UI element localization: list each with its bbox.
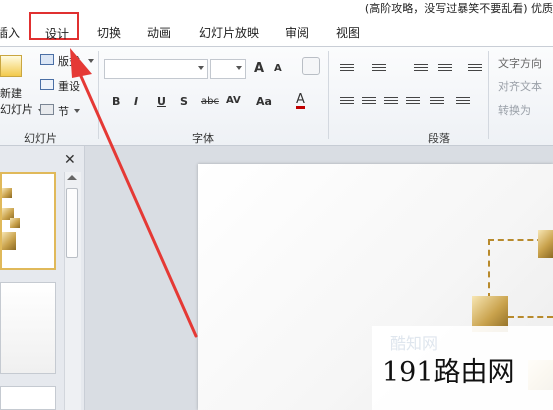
change-case-button[interactable]: Aa — [256, 95, 272, 108]
ribbon-tab-row: 插入 设计 切换 动画 幻灯片放映 审阅 视图 — [0, 12, 553, 47]
numbering-icon[interactable] — [372, 64, 386, 76]
tab-design-label: 设计 — [45, 27, 70, 41]
underline-button[interactable]: U — [157, 95, 166, 108]
columns-icon[interactable] — [456, 97, 470, 109]
new-slide-label-2[interactable]: 幻灯片 — [0, 101, 33, 117]
tab-review[interactable]: 审阅 — [285, 24, 309, 41]
justify-icon[interactable] — [406, 97, 420, 109]
window-title: (高阶攻略，没写过暴笑不要乱看) 优质 — [364, 2, 553, 15]
char-spacing-button[interactable]: AV — [226, 95, 241, 106]
tab-insert[interactable]: 插入 — [0, 24, 20, 41]
grow-font-button[interactable]: A — [254, 61, 264, 76]
align-text-button[interactable]: 对齐文本 — [498, 78, 542, 94]
close-icon[interactable]: ✕ — [64, 152, 76, 168]
section-button[interactable]: 节 — [58, 103, 69, 119]
ribbon: 新建 幻灯片 版式 重设 节 幻灯片 A A B I U S abc AV Aa… — [0, 47, 553, 146]
scrollbar-thumb[interactable] — [66, 188, 78, 258]
tab-transitions[interactable]: 切换 — [97, 24, 121, 41]
reset-button[interactable]: 重设 — [58, 78, 80, 94]
connector-line — [488, 239, 490, 299]
text-direction-button[interactable]: 文字方向 — [498, 55, 542, 71]
shadow-button[interactable]: S — [180, 95, 188, 108]
decrease-indent-icon[interactable] — [414, 64, 428, 76]
bold-button[interactable]: B — [112, 95, 120, 108]
line-spacing-icon[interactable] — [468, 64, 482, 76]
distributed-icon[interactable] — [430, 97, 444, 109]
title-bar: (高阶攻略，没写过暴笑不要乱看) 优质 — [0, 0, 553, 16]
align-right-icon[interactable] — [384, 97, 398, 109]
tab-animations[interactable]: 动画 — [147, 24, 171, 41]
align-left-icon[interactable] — [340, 97, 354, 109]
bullets-icon[interactable] — [340, 64, 354, 76]
clear-format-icon[interactable] — [302, 57, 320, 75]
slide-thumbnail[interactable] — [0, 386, 56, 410]
tab-view[interactable]: 视图 — [336, 24, 360, 41]
italic-button[interactable]: I — [134, 95, 138, 108]
font-group-label: 字体 — [192, 132, 214, 145]
group-separator — [488, 51, 489, 139]
new-slide-label-1[interactable]: 新建 — [0, 85, 22, 101]
section-icon — [40, 104, 54, 115]
tab-slideshow[interactable]: 幻灯片放映 — [199, 24, 259, 41]
reset-icon — [40, 79, 54, 90]
layout-icon — [40, 54, 54, 65]
tab-design[interactable]: 设计 — [29, 12, 79, 41]
layout-dropdown-icon[interactable] — [88, 59, 94, 63]
scroll-up-icon[interactable] — [67, 175, 77, 180]
align-center-icon[interactable] — [362, 97, 376, 109]
shrink-font-button[interactable]: A — [274, 63, 282, 74]
connector-line — [508, 316, 553, 318]
font-color-button[interactable]: A — [296, 93, 305, 109]
slide-thumbnail[interactable] — [0, 282, 56, 374]
watermark: 191路由网 — [382, 357, 515, 388]
new-slide-icon[interactable] — [0, 55, 22, 77]
section-dropdown-icon[interactable] — [74, 109, 80, 113]
group-separator — [328, 51, 329, 139]
gold-shape[interactable] — [538, 230, 553, 258]
font-size-combo[interactable] — [210, 59, 246, 79]
font-name-combo[interactable] — [104, 59, 208, 79]
strikethrough-button[interactable]: abc — [201, 96, 219, 107]
increase-indent-icon[interactable] — [438, 64, 452, 76]
slide-thumbnail[interactable] — [0, 172, 56, 270]
layout-button[interactable]: 版式 — [58, 53, 80, 69]
group-separator — [98, 51, 99, 139]
slides-group-label: 幻灯片 — [24, 132, 57, 145]
paragraph-group-label: 段落 — [428, 132, 450, 145]
convert-smartart-button[interactable]: 转换为 — [498, 102, 531, 118]
